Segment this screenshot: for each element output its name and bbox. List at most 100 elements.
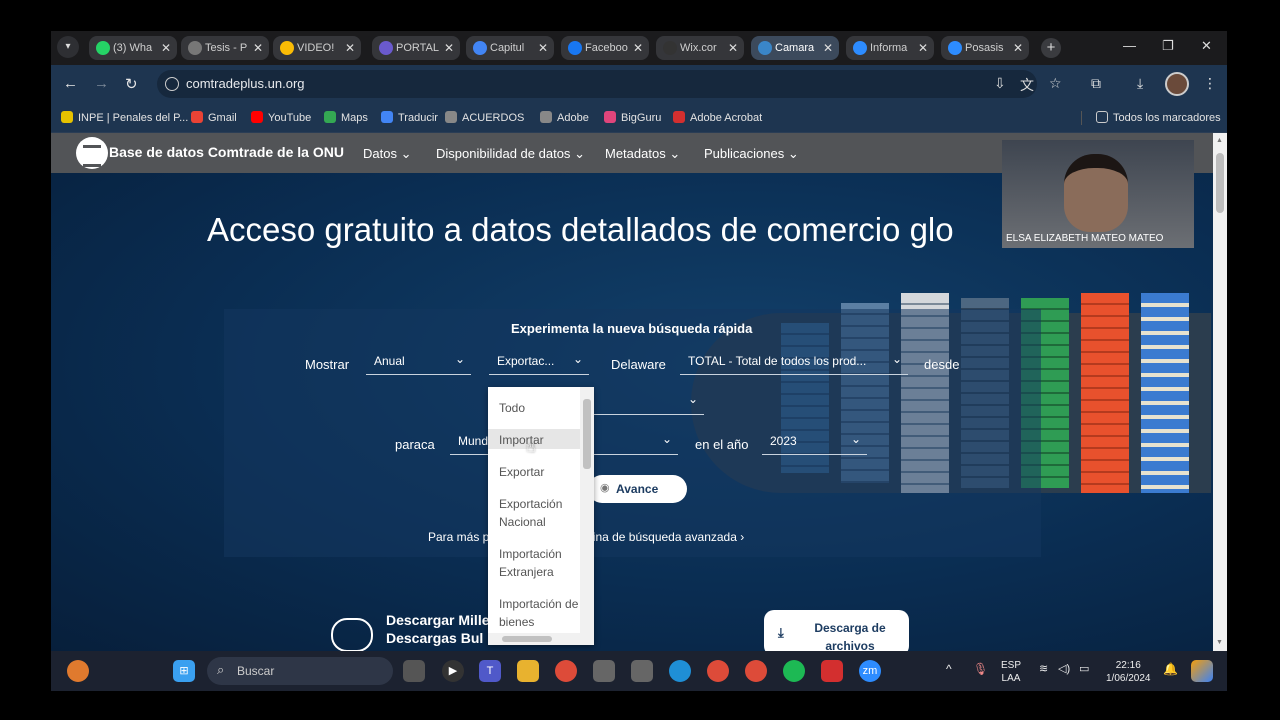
bookmark-item[interactable]: INPE | Penales del P... [61, 111, 188, 124]
bookmarks-bar: INPE | Penales del P... Gmail YouTube Maps T… [51, 103, 1227, 133]
dropdown-option[interactable]: Exportar [488, 461, 580, 481]
new-tab-button[interactable]: + [1041, 38, 1061, 58]
clock[interactable]: 22:16 1/06/2024 [1106, 659, 1151, 685]
notification-icon[interactable]: 🔔 [1163, 663, 1178, 676]
battery-icon[interactable]: ▭ [1079, 663, 1089, 676]
teams-icon[interactable]: T [479, 660, 501, 682]
copilot-icon[interactable] [1191, 660, 1213, 682]
dropdown-option[interactable]: Todo [488, 397, 580, 417]
tray-chevron-icon[interactable]: ^ [946, 663, 952, 676]
edge-icon[interactable] [669, 660, 691, 682]
bookmark-item[interactable]: Maps [324, 111, 368, 124]
tab-close-icon[interactable]: ✕ [823, 36, 833, 60]
browser-tab[interactable]: Tesis - P ✕ [181, 36, 269, 60]
bookmark-item[interactable]: Adobe [540, 111, 589, 124]
address-bar[interactable]: comtradeplus.un.org ⇩ 文 ☆ [157, 70, 1062, 98]
reload-icon[interactable]: ↻ [125, 75, 138, 93]
tab-close-icon[interactable]: ✕ [538, 36, 548, 60]
browser-tab[interactable]: Faceboo ✕ [561, 36, 649, 60]
file-explorer-icon[interactable] [517, 660, 539, 682]
frequency-select[interactable]: Anual ⌄ [366, 349, 471, 375]
minimize-icon[interactable]: — [1123, 38, 1136, 53]
chrome-icon[interactable] [555, 660, 577, 682]
dropdown-hscroll-thumb[interactable] [502, 636, 552, 642]
dropdown-hscrollbar[interactable] [488, 633, 594, 645]
dropdown-option[interactable]: Importación Extranjera [488, 543, 580, 581]
nav-disponibilidad[interactable]: Disponibilidad de datos ⌄ [436, 146, 585, 162]
windows-start-icon[interactable]: ⊞ [173, 660, 195, 682]
file-download-button[interactable]: ⤓ Descarga de archivos [764, 610, 909, 651]
menu-icon[interactable]: ⋮ [1203, 75, 1217, 92]
back-icon[interactable]: ← [63, 75, 78, 92]
browser-tab[interactable]: Informa ✕ [846, 36, 934, 60]
extensions-icon[interactable]: ⧉ [1091, 75, 1101, 92]
product-select[interactable]: TOTAL - Total de todos los prod... ⌄ [680, 349, 908, 375]
close-window-icon[interactable]: ✕ [1201, 38, 1212, 54]
microphone-icon[interactable]: 🎙 [973, 663, 988, 676]
maximize-icon[interactable]: ❐ [1162, 38, 1174, 54]
media-player-icon[interactable]: ▶ [442, 660, 464, 682]
tab-close-icon[interactable]: ✕ [161, 36, 171, 60]
nav-datos[interactable]: Datos ⌄ [363, 146, 412, 162]
all-bookmarks[interactable]: Todos los marcadores [1096, 111, 1221, 124]
bookmark-star-icon[interactable]: ☆ [1049, 75, 1062, 92]
browser-tab[interactable]: Capitul ✕ [466, 36, 554, 60]
tab-close-icon[interactable]: ✕ [345, 36, 355, 60]
tab-close-icon[interactable]: ✕ [728, 36, 738, 60]
spotify-icon[interactable] [783, 660, 805, 682]
acrobat-icon[interactable] [821, 660, 843, 682]
translate-icon[interactable]: 文 [1020, 75, 1034, 95]
language-indicator[interactable]: ESP LAA [1001, 659, 1021, 685]
weather-icon[interactable] [67, 660, 89, 682]
taskbar-search[interactable]: ⌕ Buscar [207, 657, 393, 685]
chrome-alt-icon[interactable] [745, 660, 767, 682]
bookmark-item[interactable]: Traducir [381, 111, 438, 124]
un-logo-icon[interactable] [76, 137, 108, 169]
bookmark-item[interactable]: YouTube [251, 111, 311, 124]
flow-select[interactable]: Exportac... ⌄ [489, 349, 589, 375]
scroll-up-icon[interactable]: ▲ [1216, 137, 1223, 144]
browser-tab[interactable]: Posasis ✕ [941, 36, 1029, 60]
task-view-icon[interactable] [403, 660, 425, 682]
bookmark-item[interactable]: Adobe Acrobat [673, 111, 762, 124]
tab-close-icon[interactable]: ✕ [253, 36, 263, 60]
tab-close-icon[interactable]: ✕ [444, 36, 454, 60]
dropdown-scrollbar[interactable] [580, 387, 594, 633]
profile-avatar[interactable] [1165, 72, 1189, 96]
browser-tab[interactable]: Wix.cor ✕ [656, 36, 744, 60]
bookmark-item[interactable]: ACUERDOS [445, 111, 524, 124]
volume-icon[interactable]: ◁) [1058, 663, 1070, 676]
scroll-down-icon[interactable]: ▼ [1216, 639, 1223, 646]
wifi-icon[interactable]: ≋ [1039, 663, 1048, 676]
browser-tab[interactable]: VIDEO! ✕ [273, 36, 361, 60]
downloads-icon[interactable]: ⤓ [1137, 75, 1143, 92]
site-name[interactable]: Base de datos Comtrade de la ONU [109, 144, 344, 160]
snipping-tool-icon[interactable] [631, 660, 653, 682]
tab-close-icon[interactable]: ✕ [1013, 36, 1023, 60]
dropdown-scroll-thumb[interactable] [583, 399, 591, 469]
tab-close-icon[interactable]: ✕ [918, 36, 928, 60]
browser-tab[interactable]: (3) Wha ✕ [89, 36, 177, 60]
install-app-icon[interactable]: ⇩ [994, 75, 1006, 92]
year-select[interactable]: 2023 ⌄ [762, 429, 867, 455]
bookmark-item[interactable]: Gmail [191, 111, 237, 124]
tab-close-icon[interactable]: ✕ [633, 36, 643, 60]
nav-metadatos[interactable]: Metadatos ⌄ [605, 146, 680, 162]
advance-button[interactable]: ◉ Avance [588, 475, 687, 503]
forward-icon[interactable]: → [94, 75, 109, 92]
dropdown-option[interactable]: Importación de bienes [488, 593, 580, 631]
bookmark-item[interactable]: BigGuru [604, 111, 661, 124]
zoom-icon[interactable]: zm [859, 660, 881, 682]
browser-tab[interactable]: PORTAL ✕ [372, 36, 460, 60]
site-info-icon[interactable] [165, 77, 179, 91]
calculator-icon[interactable] [593, 660, 615, 682]
reporter-select[interactable]: ⌄ [594, 389, 704, 415]
page-scroll-thumb[interactable] [1216, 153, 1224, 213]
tab-search-icon[interactable]: ▾ [57, 36, 79, 58]
chrome-profile-icon[interactable] [707, 660, 729, 682]
tab-label: Camara [775, 42, 815, 54]
page-scrollbar[interactable]: ▲ ▼ [1213, 133, 1227, 651]
browser-tab[interactable]: Camara ✕ [751, 36, 839, 60]
dropdown-option[interactable]: Exportación Nacional [488, 493, 580, 531]
nav-publicaciones[interactable]: Publicaciones ⌄ [704, 146, 799, 162]
